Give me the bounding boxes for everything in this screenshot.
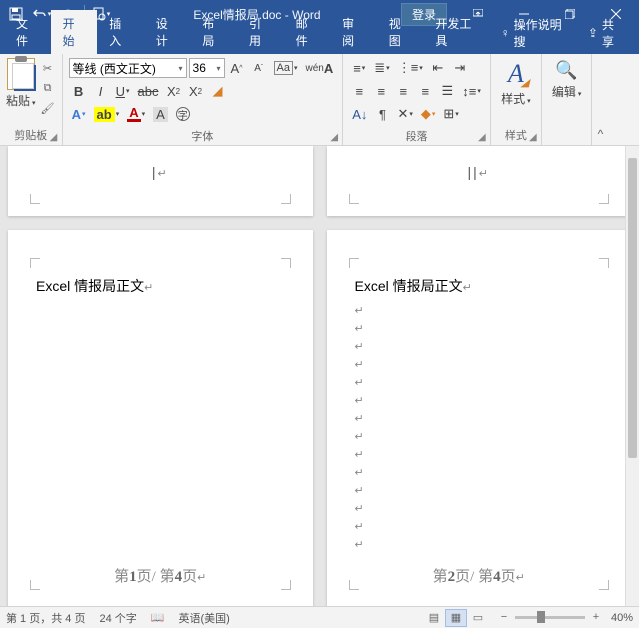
- clear-formatting-button[interactable]: ◢: [208, 81, 228, 101]
- justify-button[interactable]: ≡: [415, 81, 435, 101]
- zoom-slider-thumb[interactable]: [537, 611, 545, 623]
- font-size-dropdown[interactable]: 36▾: [189, 58, 225, 78]
- styles-icon: A◢: [501, 60, 531, 88]
- page-footer: 第2页/ 第4页↵: [327, 565, 632, 586]
- decrease-indent-button[interactable]: ⇤: [428, 58, 448, 78]
- word-count-status[interactable]: 24 个字: [99, 610, 136, 626]
- header-text: ||↵: [327, 164, 632, 180]
- language-status[interactable]: 英语(美国): [178, 610, 229, 626]
- scrollbar-thumb[interactable]: [628, 158, 637, 458]
- read-mode-button[interactable]: ▤: [423, 609, 445, 627]
- strikethrough-button[interactable]: abc: [135, 81, 162, 101]
- document-canvas[interactable]: |↵ ||↵ Excel 情报局正文↵ 第1页/ 第4页↵ Excel 情报局正…: [0, 146, 639, 606]
- page-preview: |↵: [8, 146, 313, 216]
- font-group-label: 字体: [67, 126, 339, 146]
- bullets-button[interactable]: ≡▾: [349, 58, 369, 78]
- numbering-button[interactable]: ≣▾: [371, 58, 392, 78]
- header-text: |↵: [8, 164, 313, 180]
- italic-button[interactable]: I: [91, 81, 111, 101]
- zoom-out-button[interactable]: −: [497, 611, 511, 625]
- share-icon: ⇪: [588, 26, 598, 40]
- vertical-scrollbar[interactable]: [625, 146, 639, 606]
- change-case-button[interactable]: Aa▾: [271, 58, 301, 78]
- styles-dialog-launcher[interactable]: ◢: [527, 131, 539, 143]
- lightbulb-icon: ♀: [501, 26, 510, 40]
- page-1: Excel 情报局正文↵ 第1页/ 第4页↵: [8, 230, 313, 606]
- distributed-button[interactable]: ☰: [437, 81, 457, 101]
- highlight-button[interactable]: ab▾: [91, 104, 123, 124]
- text-direction-button[interactable]: ✕▾: [394, 104, 415, 124]
- format-painter-icon[interactable]: 🖌: [40, 100, 56, 116]
- shading-button[interactable]: ◆▾: [418, 104, 439, 124]
- sort-button[interactable]: A↓: [349, 104, 370, 124]
- tab-home[interactable]: 开始: [51, 10, 98, 54]
- superscript-button[interactable]: X2: [186, 81, 206, 101]
- align-center-button[interactable]: ≡: [371, 81, 391, 101]
- zoom-in-button[interactable]: +: [589, 611, 603, 625]
- tab-developer[interactable]: 开发工具: [423, 10, 492, 54]
- spell-check-icon[interactable]: 📖: [151, 611, 165, 624]
- show-marks-button[interactable]: ¶: [372, 104, 392, 124]
- zoom-slider[interactable]: [515, 616, 585, 619]
- increase-indent-button[interactable]: ⇥: [450, 58, 470, 78]
- paste-icon[interactable]: [7, 58, 35, 90]
- collapse-ribbon-button[interactable]: ^: [592, 54, 608, 145]
- bold-button[interactable]: B: [69, 81, 89, 101]
- print-layout-button[interactable]: ▦: [445, 609, 467, 627]
- align-left-button[interactable]: ≡: [349, 81, 369, 101]
- font-dialog-launcher[interactable]: ◢: [328, 131, 340, 143]
- find-icon: 🔍: [555, 60, 577, 81]
- paragraph-group-label: 段落: [347, 126, 486, 146]
- shrink-font-button[interactable]: Aˇ: [249, 58, 269, 78]
- page-footer: 第1页/ 第4页↵: [8, 565, 313, 586]
- copy-icon[interactable]: ⧉: [40, 80, 56, 96]
- paragraph-dialog-launcher[interactable]: ◢: [476, 131, 488, 143]
- web-layout-button[interactable]: ▭: [467, 609, 489, 627]
- page-preview: ||↵: [327, 146, 632, 216]
- grow-font-button[interactable]: A^: [227, 58, 247, 78]
- underline-button[interactable]: U▾: [113, 81, 133, 101]
- phonetic-guide-button[interactable]: wénA: [303, 58, 337, 78]
- page-body-text: Excel 情报局正文↵: [36, 276, 153, 296]
- multilevel-list-button[interactable]: ⋮≡▾: [395, 58, 426, 78]
- styles-button[interactable]: A◢ 样式▾: [501, 60, 531, 107]
- zoom-level[interactable]: 40%: [611, 612, 633, 624]
- clipboard-dialog-launcher[interactable]: ◢: [48, 131, 60, 143]
- character-shading-button[interactable]: A: [150, 104, 171, 124]
- align-right-button[interactable]: ≡: [393, 81, 413, 101]
- subscript-button[interactable]: X2: [164, 81, 184, 101]
- borders-button[interactable]: ⊞▾: [440, 104, 461, 124]
- tab-file[interactable]: 文件: [4, 10, 51, 54]
- page-count-status[interactable]: 第 1 页，共 4 页: [6, 610, 85, 626]
- text-effects-button[interactable]: A▾: [69, 104, 89, 124]
- share-button[interactable]: ⇪共享: [580, 12, 631, 54]
- tell-me-search[interactable]: ♀操作说明搜: [493, 12, 576, 54]
- paragraph-marks: ↵↵↵↵↵↵↵↵↵↵↵↵↵↵: [355, 304, 364, 551]
- font-color-button[interactable]: A▾: [124, 104, 148, 124]
- line-spacing-button[interactable]: ↕≡▾: [459, 81, 484, 101]
- cut-icon[interactable]: ✂: [40, 60, 56, 76]
- enclose-characters-button[interactable]: 字: [173, 104, 193, 124]
- page-2: Excel 情报局正文↵ ↵↵↵↵↵↵↵↵↵↵↵↵↵↵ 第2页/ 第4页↵: [327, 230, 632, 606]
- font-name-dropdown[interactable]: 等线 (西文正文)▾: [69, 58, 187, 78]
- paste-button[interactable]: 粘贴▾: [6, 92, 36, 109]
- page-body-text: Excel 情报局正文↵: [355, 276, 472, 296]
- document-title: Excel情报局.doc - Word: [113, 6, 401, 23]
- editing-button[interactable]: 🔍 编辑▾: [552, 60, 582, 100]
